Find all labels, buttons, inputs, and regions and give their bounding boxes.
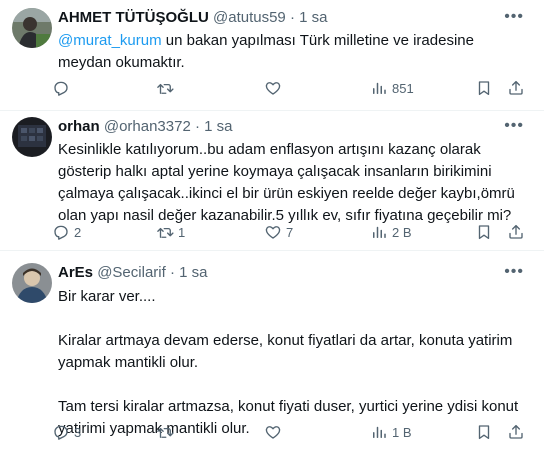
views-button[interactable]: 2 B [370,222,412,242]
retweet-button[interactable] [156,422,178,442]
tweet-header: AHMET TÜTÜŞOĞLU @atutus59 · 1 sa [58,8,327,28]
share-button[interactable] [507,222,525,242]
more-icon[interactable]: ••• [504,8,524,26]
bookmark-button[interactable] [475,422,493,442]
views-button[interactable]: 851 [370,78,414,98]
bookmark-icon [475,423,493,441]
retweet-icon [156,223,174,241]
tweet-text: @murat_kurum un bakan yapılması Türk mil… [58,30,528,74]
view-count: 1 B [392,424,412,440]
bookmark-icon [475,223,493,241]
reply-count: 2 [74,224,82,240]
heart-icon [264,79,282,97]
share-button[interactable] [507,422,525,442]
share-icon [507,223,525,241]
separator-dot: · [289,9,295,26]
retweet-button[interactable]: 1 [156,222,185,242]
share-button[interactable] [507,78,525,98]
more-icon[interactable]: ••• [504,263,524,281]
views-button[interactable]: 1 B [370,422,412,442]
reply-icon [52,223,70,241]
avatar[interactable] [12,263,52,303]
tweet-2[interactable]: orhan @orhan3372 · 1 sa ••• Kesinlikle k… [0,111,544,250]
view-count: 851 [392,80,414,96]
views-icon [370,423,388,441]
timestamp[interactable]: 1 sa [299,9,327,26]
user-handle[interactable]: @orhan3372 [104,118,191,135]
avatar[interactable] [12,117,52,157]
reply-icon [52,79,70,97]
views-icon [370,223,388,241]
display-name[interactable]: ArEs [58,264,93,281]
tweet-1[interactable]: AHMET TÜTÜŞOĞLU @atutus59 · 1 sa ••• @mu… [0,0,544,110]
like-count: 7 [286,224,294,240]
user-handle[interactable]: @atutus59 [213,9,286,26]
mention-link[interactable]: @murat_kurum [58,32,162,49]
heart-icon [264,223,282,241]
timestamp[interactable]: 1 sa [204,118,232,135]
like-button[interactable] [264,422,286,442]
retweet-count: 1 [178,224,186,240]
reply-count: 3 [74,424,82,440]
retweet-icon [156,423,174,441]
separator-dot: · [169,264,175,281]
tweet-text: Kesinlikle katılıyorum..bu adam enflasyo… [58,141,520,224]
display-name[interactable]: orhan [58,118,100,135]
bookmark-button[interactable] [475,222,493,242]
views-icon [370,79,388,97]
action-bar: 3 1 B [52,422,532,442]
user-handle[interactable]: @Secilarif [97,264,166,281]
reply-icon [52,423,70,441]
action-bar: 2 1 7 2 B [52,222,532,242]
share-icon [507,423,525,441]
share-icon [507,79,525,97]
retweet-button[interactable] [156,78,178,98]
bookmark-button[interactable] [475,78,493,98]
tweet-header: orhan @orhan3372 · 1 sa [58,117,233,137]
heart-icon [264,423,282,441]
more-icon[interactable]: ••• [504,117,524,135]
timestamp[interactable]: 1 sa [179,264,207,281]
retweet-icon [156,79,174,97]
tweet-3[interactable]: ArEs @Secilarif · 1 sa ••• Bir karar ver… [0,251,544,452]
bookmark-icon [475,79,493,97]
separator-dot: · [194,118,200,135]
view-count: 2 B [392,224,412,240]
action-bar: 851 [52,78,532,98]
like-button[interactable] [264,78,286,98]
tweet-header: ArEs @Secilarif · 1 sa [58,263,207,283]
display-name[interactable]: AHMET TÜTÜŞOĞLU [58,9,209,26]
avatar[interactable] [12,8,52,48]
reply-button[interactable]: 3 [52,422,81,442]
like-button[interactable]: 7 [264,222,293,242]
tweet-text: Bir karar ver.... Kiralar artmaya devam … [58,288,519,437]
reply-button[interactable]: 2 [52,222,81,242]
reply-button[interactable] [52,78,74,98]
